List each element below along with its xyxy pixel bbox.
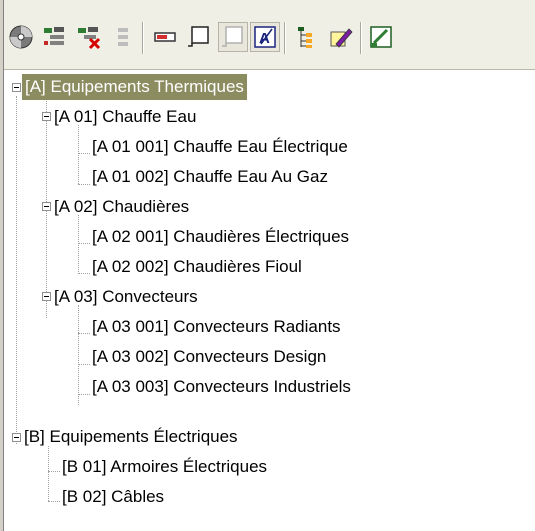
tree-item-label: [A 02 001] Chaudières Électriques	[92, 227, 350, 246]
tree-item[interactable]: [A] Equipements Thermiques	[22, 73, 247, 101]
node-disabled-button[interactable]	[218, 22, 248, 52]
expand-toggle[interactable]	[42, 112, 51, 121]
tree-connector	[48, 501, 60, 502]
tree-item-label: [A 02 002] Chaudières Fioul	[92, 257, 302, 276]
toolbar-separator	[284, 22, 286, 54]
expand-toggle[interactable]	[42, 292, 51, 301]
tree-connector	[78, 364, 90, 365]
node-button[interactable]	[184, 22, 214, 52]
tree-item-label: [B 02] Câbles	[62, 487, 165, 506]
tree-item[interactable]: [A 03] Convecteurs	[54, 283, 198, 311]
node-icon	[188, 26, 209, 47]
edit-text-button[interactable]: A	[250, 22, 280, 52]
tree-connector	[78, 305, 79, 405]
tree-item-label: [A 03 001] Convecteurs Radiants	[92, 317, 341, 336]
expand-toggle[interactable]	[42, 202, 51, 211]
edit-pencil-icon	[330, 28, 353, 48]
tree-connector	[78, 184, 90, 185]
export-button[interactable]	[366, 22, 396, 52]
tree-item[interactable]: [B 01] Armoires Électriques	[62, 453, 267, 481]
tree-item[interactable]: [B] Equipements Électriques	[24, 423, 238, 451]
tree-item[interactable]: [A 03 002] Convecteurs Design	[92, 343, 326, 371]
rectangle-icon	[154, 32, 176, 42]
delete-item-icon	[78, 27, 101, 50]
edit-text-icon: A	[254, 26, 276, 48]
node-disabled-icon	[222, 26, 243, 47]
toolbar: A	[4, 0, 535, 70]
export-icon	[370, 26, 392, 48]
disabled-item-icon	[118, 28, 128, 46]
tree-item-label: [A 01 002] Chauffe Eau Au Gaz	[92, 167, 328, 186]
rectangle-button[interactable]	[150, 22, 180, 52]
tree-connector	[78, 243, 90, 244]
tree-item-label: [A 01 001] Chauffe Eau Électrique	[92, 137, 348, 156]
tree-item[interactable]: [A 02 002] Chaudières Fioul	[92, 253, 302, 281]
tree-item[interactable]: [A 01 002] Chauffe Eau Au Gaz	[92, 163, 328, 191]
tree-connector	[78, 273, 90, 274]
tree-item[interactable]: [A 03 001] Convecteurs Radiants	[92, 313, 341, 341]
tree-item-label: [A 03 002] Convecteurs Design	[92, 347, 327, 366]
tree-connector	[78, 125, 79, 184]
tree-connector	[48, 471, 60, 472]
tree-item-label: [A 03 003] Convecteurs Industriels	[92, 377, 351, 396]
tree-item[interactable]: [A 03 003] Convecteurs Industriels	[92, 373, 351, 401]
tree-connector	[78, 394, 90, 395]
expand-toggle[interactable]	[12, 83, 21, 92]
tree-item-label: [A 01] Chauffe Eau	[54, 107, 197, 126]
tree-item-label: [A 02] Chaudières	[54, 197, 190, 216]
add-item-button[interactable]	[40, 22, 70, 52]
add-item-icon	[44, 27, 64, 45]
expand-toggle[interactable]	[12, 433, 21, 442]
tree-item[interactable]: [A 02] Chaudières	[54, 193, 189, 221]
tree-view-button[interactable]	[292, 22, 322, 52]
tree-item-label: [A 03] Convecteurs	[54, 287, 198, 306]
tree-item-label: [B] Equipements Électriques	[24, 427, 238, 446]
tree-view[interactable]: [A] Equipements Thermiques [A 01] Chauff…	[4, 70, 535, 531]
tree-connector	[48, 446, 49, 501]
toolbar-separator	[142, 22, 144, 54]
disc-icon	[9, 25, 33, 49]
tree-connector	[78, 333, 90, 334]
tree-view-icon	[298, 27, 312, 48]
tree-item[interactable]: [A 01] Chauffe Eau	[54, 103, 196, 131]
tree-connector	[78, 153, 90, 154]
disabled-item-button[interactable]	[108, 22, 138, 52]
disc-button[interactable]	[6, 22, 36, 52]
delete-item-button[interactable]	[74, 22, 104, 52]
tree-item[interactable]: [A 01 001] Chauffe Eau Électrique	[92, 133, 348, 161]
toolbar-separator	[360, 22, 362, 54]
tree-connector	[16, 96, 17, 444]
tree-item-label: [A] Equipements Thermiques	[22, 74, 247, 100]
edit-pencil-button[interactable]	[326, 22, 356, 52]
tree-item-label: [B 01] Armoires Électriques	[62, 457, 268, 476]
tree-item[interactable]: [B 02] Câbles	[62, 483, 164, 511]
tree-item[interactable]: [A 02 001] Chaudières Électriques	[92, 223, 349, 251]
